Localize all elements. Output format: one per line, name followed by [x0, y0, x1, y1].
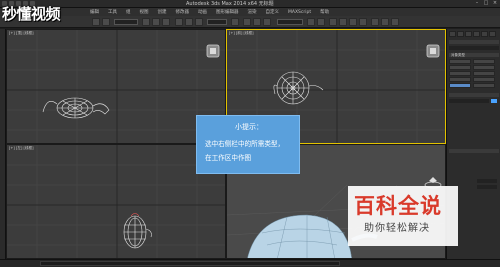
tip-box: 小提示： 选中右侧栏中的所需类型， 在工作区中作图 [196, 115, 300, 174]
primitive-type-dropdown[interactable] [449, 46, 499, 50]
hierarchy-tab-icon[interactable] [465, 31, 472, 37]
box-button[interactable] [449, 59, 471, 64]
name-and-color-header[interactable] [449, 93, 499, 97]
sphere-button[interactable] [449, 65, 471, 70]
site-logo: 秒懂视频 [2, 5, 61, 23]
menu-item-tools[interactable]: 工具 [108, 9, 117, 15]
render-button[interactable] [391, 18, 399, 26]
cone-button[interactable] [473, 59, 495, 64]
select-by-name-button[interactable] [152, 18, 160, 26]
window-title: Autodesk 3ds Max 2014 x64 无标题 [186, 1, 274, 7]
radius-spinner[interactable] [477, 179, 497, 183]
geosphere-button[interactable] [473, 65, 495, 70]
object-name-field[interactable] [449, 99, 489, 103]
tube-button[interactable] [473, 71, 495, 76]
redo-button[interactable] [102, 18, 110, 26]
viewport-label-front[interactable]: [+] [前] [线框] [229, 31, 254, 36]
menu-item-create[interactable]: 创建 [158, 9, 167, 15]
menu-item-animation[interactable]: 动画 [198, 9, 207, 15]
percent-snap-button[interactable] [263, 18, 271, 26]
scale-button[interactable] [195, 18, 203, 26]
menu-item-edit[interactable]: 编辑 [90, 9, 99, 15]
viewcube-icon[interactable] [206, 44, 220, 58]
angle-snap-button[interactable] [253, 18, 261, 26]
title-bar: Autodesk 3ds Max 2014 x64 无标题 – □ × [0, 0, 500, 8]
create-tab-icon[interactable] [449, 31, 456, 37]
segments-spinner[interactable] [477, 185, 497, 189]
schematic-view-button[interactable] [349, 18, 357, 26]
move-button[interactable] [175, 18, 183, 26]
watermark-subtitle: 助你轻松解决 [364, 223, 430, 234]
watermark-title: 百科全说 [354, 194, 442, 218]
parameters-header[interactable] [449, 149, 499, 153]
mirror-button[interactable] [307, 18, 315, 26]
modify-tab-icon[interactable] [457, 31, 464, 37]
maximize-icon[interactable]: □ [483, 1, 489, 6]
teapot-button[interactable] [449, 83, 471, 88]
torus-button[interactable] [449, 77, 471, 82]
tip-title: 小提示： [235, 123, 263, 131]
rotate-button[interactable] [185, 18, 193, 26]
layer-manager-button[interactable] [329, 18, 337, 26]
viewport-label-top[interactable]: [+] [顶] [线框] [9, 31, 34, 36]
object-color-swatch[interactable] [491, 99, 497, 103]
reference-coordinate-dropdown[interactable] [207, 19, 227, 25]
object-type-header[interactable]: 对象类型 [449, 53, 499, 57]
menu-item-group[interactable]: 组 [126, 9, 131, 15]
rendered-frame-button[interactable] [381, 18, 389, 26]
menu-item-maxscript[interactable]: MAXScript [288, 10, 311, 15]
viewport-grid [7, 30, 225, 143]
viewport-label-left[interactable]: [+] [左] [线框] [9, 146, 34, 151]
pivot-button[interactable] [231, 18, 239, 26]
menu-item-views[interactable]: 视图 [140, 9, 149, 15]
selection-filter-dropdown[interactable] [114, 19, 138, 25]
tip-line-1: 选中右侧栏中的所需类型， [205, 140, 285, 148]
undo-button[interactable] [92, 18, 100, 26]
menu-item-modifiers[interactable]: 修改器 [176, 9, 190, 15]
viewport-top[interactable]: [+] [顶] [线框] [6, 29, 226, 144]
tip-line-2: 在工作区中作图 [205, 154, 252, 162]
close-icon[interactable]: × [492, 1, 498, 6]
utilities-tab-icon[interactable] [489, 31, 496, 37]
category-icons-row[interactable] [449, 40, 499, 44]
teapot-front-view [273, 71, 324, 105]
render-setup-button[interactable] [371, 18, 379, 26]
plane-button[interactable] [473, 83, 495, 88]
rectangle-selection-button[interactable] [162, 18, 170, 26]
menu-item-graph-editors[interactable]: 图形编辑器 [216, 9, 239, 15]
baike-watermark: 百科全说 助你轻松解决 [348, 186, 458, 246]
motion-tab-icon[interactable] [473, 31, 480, 37]
teapot-left-view [123, 213, 152, 249]
snap-toggle-button[interactable] [243, 18, 251, 26]
select-object-button[interactable] [142, 18, 150, 26]
menu-item-rendering[interactable]: 渲染 [248, 9, 257, 15]
curve-editor-button[interactable] [339, 18, 347, 26]
viewport-left[interactable]: [+] [左] [线框] [6, 144, 226, 259]
viewport-grid [7, 145, 225, 258]
menu-item-customize[interactable]: 自定义 [266, 9, 280, 15]
pyramid-button[interactable] [473, 77, 495, 82]
window-controls: – □ × [474, 1, 498, 6]
menu-item-help[interactable]: 帮助 [320, 9, 329, 15]
material-editor-button[interactable] [359, 18, 367, 26]
teapot-top-view [42, 97, 110, 119]
menu-bar: 编辑 工具 组 视图 创建 修改器 动画 图形编辑器 渲染 自定义 MAXScr… [0, 8, 500, 16]
align-button[interactable] [317, 18, 325, 26]
viewcube-icon[interactable] [426, 44, 440, 58]
display-tab-icon[interactable] [481, 31, 488, 37]
cylinder-button[interactable] [449, 71, 471, 76]
minimize-icon[interactable]: – [474, 1, 480, 6]
timeline-slider[interactable] [40, 261, 340, 266]
main-toolbar [0, 16, 500, 28]
status-bar [0, 259, 500, 267]
command-panel-tabs [449, 31, 496, 37]
named-selection-dropdown[interactable] [277, 19, 303, 25]
